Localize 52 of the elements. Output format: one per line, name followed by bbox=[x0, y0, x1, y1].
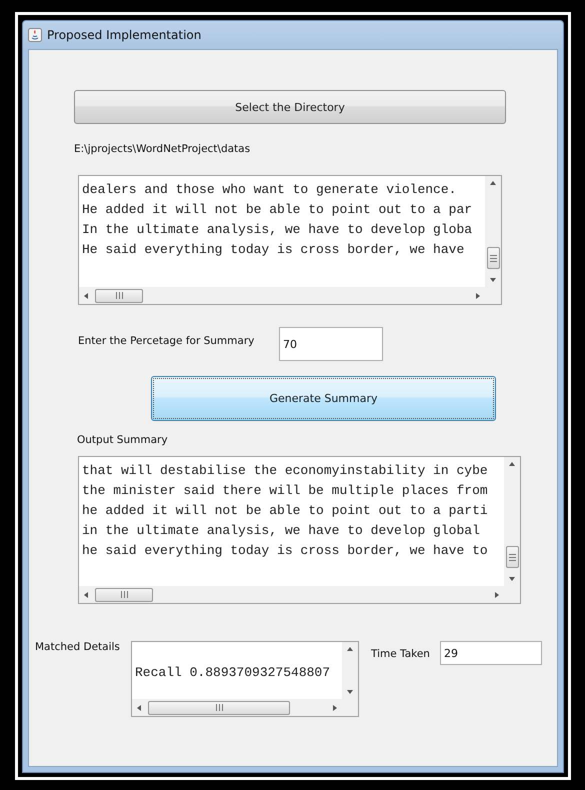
time-taken-field[interactable]: 29 bbox=[440, 641, 542, 665]
grip-icon bbox=[490, 254, 496, 262]
grip-icon bbox=[120, 591, 128, 598]
text-line: he added it will not be able to point out to a parti bbox=[82, 502, 489, 520]
scroll-up-icon[interactable] bbox=[490, 180, 496, 186]
scroll-right-icon[interactable] bbox=[494, 592, 500, 598]
vertical-scrollbar[interactable] bbox=[485, 176, 501, 287]
scrollbar-thumb[interactable] bbox=[95, 588, 153, 602]
scroll-up-icon[interactable] bbox=[509, 461, 515, 467]
text-line: Recall 0.8893709327548807 bbox=[135, 664, 332, 682]
grip-icon bbox=[116, 292, 122, 299]
grip-icon bbox=[508, 554, 516, 560]
scroll-down-icon[interactable] bbox=[490, 277, 496, 283]
text-line: He added it will not be able to point out to a par bbox=[82, 201, 474, 219]
text-line: dealers and those who want to generate violence. bbox=[82, 181, 458, 199]
scrollbar-thumb[interactable] bbox=[506, 546, 518, 568]
matched-details-label: Matched Details bbox=[35, 641, 121, 653]
vertical-scrollbar[interactable] bbox=[342, 642, 358, 699]
scroll-right-icon[interactable] bbox=[332, 704, 338, 710]
window-title: Proposed Implementation bbox=[47, 28, 202, 42]
directory-path: E:\jprojects\WordNetProject\datas bbox=[74, 143, 250, 155]
scroll-right-icon[interactable] bbox=[475, 292, 481, 298]
vertical-scrollbar[interactable] bbox=[504, 457, 520, 586]
output-text-area[interactable] bbox=[78, 456, 521, 604]
horizontal-scrollbar[interactable] bbox=[132, 699, 342, 716]
percentage-label: Enter the Percetage for Summary bbox=[78, 335, 256, 347]
text-line: in the ultimate analysis, we have to develop global bbox=[82, 522, 481, 540]
app-icon bbox=[28, 28, 42, 42]
generate-summary-button[interactable]: Generate Summary bbox=[151, 376, 496, 421]
text-line: he said everything today is cross border, we have to bbox=[82, 542, 489, 560]
scrollbar-thumb[interactable] bbox=[486, 247, 500, 269]
text-line: that will destabilise the economyinstability in cybe bbox=[82, 462, 489, 480]
horizontal-scrollbar[interactable] bbox=[79, 287, 485, 304]
input-text-area[interactable]: dealers and those who want to generate violence. He added it will not be able to point out to a par In the ultimate analysis, we have to develop globa He said everything today is cross border, we have bbox=[78, 175, 502, 305]
scroll-left-icon[interactable] bbox=[136, 704, 142, 710]
grip-icon bbox=[216, 704, 222, 711]
text-line: In the ultimate analysis, we have to develop globa bbox=[82, 221, 474, 239]
select-directory-button[interactable]: Select the Directory bbox=[74, 90, 506, 124]
scrollbar-thumb[interactable] bbox=[148, 700, 290, 714]
scroll-down-icon[interactable] bbox=[347, 689, 353, 695]
text-line: the minister said there will be multiple places from bbox=[82, 482, 489, 500]
scroll-left-icon[interactable] bbox=[83, 592, 89, 598]
scroll-left-icon[interactable] bbox=[83, 292, 89, 298]
matched-details-area[interactable]: Recall 0.8893709327548807 bbox=[131, 641, 359, 717]
time-taken-label: Time Taken bbox=[371, 648, 431, 660]
horizontal-scrollbar[interactable] bbox=[79, 586, 504, 603]
percentage-field[interactable]: 70 bbox=[279, 327, 383, 361]
scroll-up-icon[interactable] bbox=[347, 646, 353, 652]
scrollbar-thumb[interactable] bbox=[95, 288, 143, 302]
output-summary-label: Output Summary bbox=[77, 434, 168, 446]
text-line: He said everything today is cross border, we have bbox=[82, 241, 466, 259]
scroll-down-icon[interactable] bbox=[509, 576, 515, 582]
